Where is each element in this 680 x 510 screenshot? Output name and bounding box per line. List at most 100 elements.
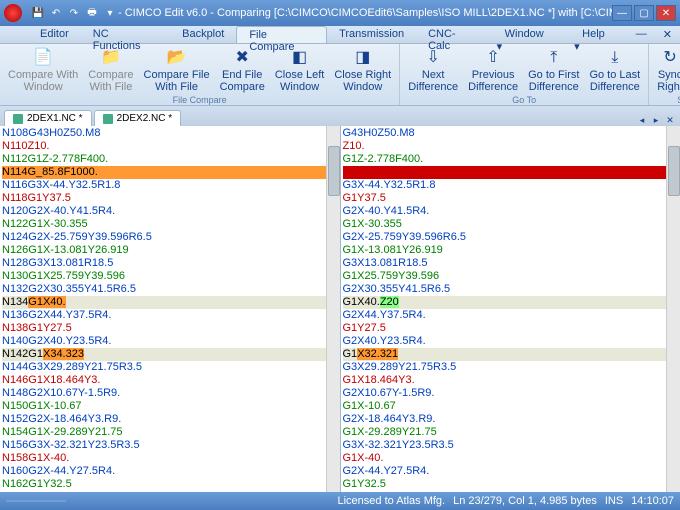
code-line[interactable]: N144G3X29.289Y21.75R3.5	[2, 361, 338, 374]
code-line[interactable]: G1X-10.67	[343, 400, 679, 413]
code-line[interactable]: N146G1X18.464Y3.	[2, 374, 338, 387]
code-line[interactable]: N126G1X-13.081Y26.919	[2, 244, 338, 257]
goto-first-difference[interactable]: ⤒Go to First Difference	[524, 46, 583, 95]
code-line[interactable]: N112G1Z-2.778F400.	[2, 153, 338, 166]
code-line[interactable]: N118G1Y37.5	[2, 192, 338, 205]
close-button[interactable]: ✕	[656, 5, 676, 21]
code-line[interactable]: G3X29.289Y21.75R3.5	[343, 361, 679, 374]
code-line[interactable]: N152G2X-18.464Y3.R9.	[2, 413, 338, 426]
compare-with-window-icon: 📄	[31, 48, 55, 68]
code-line[interactable]: N128G3X13.081R18.5	[2, 257, 338, 270]
code-line[interactable]: G1Y27.5	[343, 322, 679, 335]
tab-transmission[interactable]: Transmission	[327, 26, 416, 43]
code-line[interactable]: G2X-40.Y41.5R4.	[343, 205, 679, 218]
code-line[interactable]: N138G1Y27.5	[2, 322, 338, 335]
qat-print-icon[interactable]: 🖶	[84, 5, 100, 21]
status-position: Ln 23/279, Col 1, 4.985 bytes	[453, 495, 597, 507]
qat-undo-icon[interactable]: ↶	[48, 5, 64, 21]
file-tab-1[interactable]: 2DEX2.NC *	[94, 110, 182, 126]
next-difference[interactable]: ⇩Next Difference	[404, 46, 462, 95]
code-line[interactable]: N116G3X-44.Y32.5R1.8	[2, 179, 338, 192]
code-line[interactable]: N114G_85.8F1000.	[2, 166, 338, 179]
code-line[interactable]: N120G2X-40.Y41.5R4.	[2, 205, 338, 218]
maximize-button[interactable]: ▢	[634, 5, 654, 21]
code-line[interactable]	[343, 166, 679, 179]
previous-difference[interactable]: ⇧Previous Difference	[464, 46, 522, 95]
code-line[interactable]: N150G1X-10.67	[2, 400, 338, 413]
code-line[interactable]: G2X-44.Y27.5R4.	[343, 465, 679, 478]
close-left-window[interactable]: ◧Close Left Window	[271, 46, 329, 95]
code-line[interactable]: G1X18.464Y3.	[343, 374, 679, 387]
menu-close-icon[interactable]: ✕	[655, 26, 680, 43]
close-right-window[interactable]: ◨Close Right Window	[330, 46, 395, 95]
code-line[interactable]: N132G2X30.355Y41.5R6.5	[2, 283, 338, 296]
help-menu[interactable]: Help ▾	[566, 26, 628, 43]
tab-close-icon[interactable]: ✕	[664, 114, 676, 126]
left-editor[interactable]: N108G43H0Z50.M8N110Z10.N112G1Z-2.778F400…	[0, 126, 341, 492]
code-line[interactable]: G2X44.Y37.5R4.	[343, 309, 679, 322]
right-editor[interactable]: G43H0Z50.M8Z10.G1Z-2.778F400. G3X-44.Y32…	[341, 126, 680, 492]
code-line[interactable]: N140G2X40.Y23.5R4.	[2, 335, 338, 348]
code-line[interactable]: G2X-25.759Y39.596R6.5	[343, 231, 679, 244]
menu-minimize-icon[interactable]: —	[628, 26, 655, 43]
code-line[interactable]: G1X25.759Y39.596	[343, 270, 679, 283]
tab-file-compare[interactable]: File Compare	[236, 26, 327, 43]
qat-save-icon[interactable]: 💾	[30, 5, 46, 21]
code-line[interactable]: N162G1Y32.5	[2, 478, 338, 491]
goto-last-difference[interactable]: ⤓Go to Last Difference	[585, 46, 644, 95]
qat-dropdown-icon[interactable]: ▾	[102, 5, 118, 21]
code-line[interactable]: G1X-30.355	[343, 218, 679, 231]
editors: N108G43H0Z50.M8N110Z10.N112G1Z-2.778F400…	[0, 126, 680, 492]
tab-cnc-calc[interactable]: CNC-Calc	[416, 26, 489, 43]
code-line[interactable]: N160G2X-44.Y27.5R4.	[2, 465, 338, 478]
code-line[interactable]: G1X-13.081Y26.919	[343, 244, 679, 257]
compare-file-with-file-icon: 📂	[165, 48, 189, 68]
code-line[interactable]: G1X40.Z20	[343, 296, 679, 309]
sync-right[interactable]: ↻Sync Right	[653, 46, 680, 95]
minimize-button[interactable]: —	[612, 5, 632, 21]
code-line[interactable]: N124G2X-25.759Y39.596R6.5	[2, 231, 338, 244]
code-line[interactable]: G3X-32.321Y23.5R3.5	[343, 439, 679, 452]
code-line[interactable]: N156G3X-32.321Y23.5R3.5	[2, 439, 338, 452]
tab-backplot[interactable]: Backplot	[170, 26, 236, 43]
end-file-compare[interactable]: ✖End File Compare	[216, 46, 269, 95]
close-right-window-icon: ◨	[351, 48, 375, 68]
code-line[interactable]: G43H0Z50.M8	[343, 127, 679, 140]
code-line[interactable]: N148G2X10.67Y-1.5R9.	[2, 387, 338, 400]
code-line[interactable]: G1Y37.5	[343, 192, 679, 205]
file-tabs: 2DEX1.NC *2DEX2.NC * ◂ ▸ ✕	[0, 106, 680, 126]
code-line[interactable]: G2X30.355Y41.5R6.5	[343, 283, 679, 296]
tab-editor[interactable]: Editor	[28, 26, 81, 43]
left-scrollbar[interactable]	[326, 126, 340, 492]
code-line[interactable]: Z10.	[343, 140, 679, 153]
code-line[interactable]: G2X-18.464Y3.R9.	[343, 413, 679, 426]
code-line[interactable]: N158G1X-40.	[2, 452, 338, 465]
code-line[interactable]: N110Z10.	[2, 140, 338, 153]
code-line[interactable]: G3X-44.Y32.5R1.8	[343, 179, 679, 192]
code-line[interactable]: N142G1X34.323	[2, 348, 338, 361]
code-line[interactable]: G1Y32.5	[343, 478, 679, 491]
file-tab-0[interactable]: 2DEX1.NC *	[4, 110, 92, 126]
code-line[interactable]: G1X32.321	[343, 348, 679, 361]
menu-tabs: EditorNC FunctionsBackplotFile CompareTr…	[0, 26, 680, 44]
tab-nc-functions[interactable]: NC Functions	[81, 26, 170, 43]
code-line[interactable]: G1Z-2.778F400.	[343, 153, 679, 166]
ribbon-group-sync: ↻Sync Right↺Sync LeftSync	[649, 44, 680, 105]
right-scrollbar[interactable]	[666, 126, 680, 492]
code-line[interactable]: G2X40.Y23.5R4.	[343, 335, 679, 348]
code-line[interactable]: G3X13.081R18.5	[343, 257, 679, 270]
code-line[interactable]: N136G2X44.Y37.5R4.	[2, 309, 338, 322]
code-line[interactable]: N134G1X40.	[2, 296, 338, 309]
tab-nav-next-icon[interactable]: ▸	[650, 114, 662, 126]
window-menu[interactable]: Window ▾	[489, 26, 567, 43]
tab-nav-prev-icon[interactable]: ◂	[636, 114, 648, 126]
code-line[interactable]: N154G1X-29.289Y21.75	[2, 426, 338, 439]
compare-file-with-file[interactable]: 📂Compare File With File	[140, 46, 214, 95]
qat-redo-icon[interactable]: ↷	[66, 5, 82, 21]
code-line[interactable]: G1X-40.	[343, 452, 679, 465]
code-line[interactable]: G1X-29.289Y21.75	[343, 426, 679, 439]
code-line[interactable]: G2X10.67Y-1.5R9.	[343, 387, 679, 400]
code-line[interactable]: N130G1X25.759Y39.596	[2, 270, 338, 283]
code-line[interactable]: N122G1X-30.355	[2, 218, 338, 231]
code-line[interactable]: N108G43H0Z50.M8	[2, 127, 338, 140]
